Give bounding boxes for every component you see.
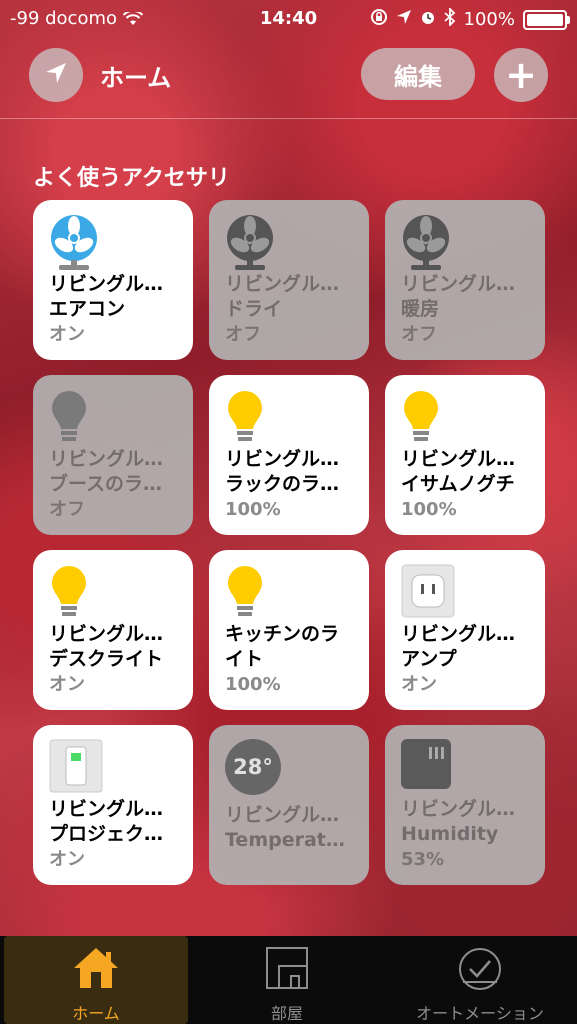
clock-icon (457, 946, 503, 996)
tile-name-line1: キッチンのラ (225, 623, 340, 645)
tile-name-line2: Humidity (401, 823, 499, 845)
tab-home[interactable]: ホーム (4, 936, 188, 1024)
tile-name-line2: エアコン (49, 298, 126, 320)
switch-icon (49, 739, 103, 793)
rooms-icon (265, 946, 309, 994)
page-title: ホーム (100, 64, 172, 92)
add-button[interactable]: + (494, 48, 548, 102)
tile-name-line2: ラックのラ… (225, 473, 340, 495)
tile-name-line2: イサムノグチ (401, 473, 515, 495)
tile-name-line2: デスクライト (49, 648, 164, 670)
tab-label: オートメーション (416, 1004, 544, 1023)
outlet-icon (401, 564, 455, 618)
tile-name-line2: 暖房 (401, 298, 440, 320)
tile-amp[interactable]: リビングル… アンプ オン (385, 550, 545, 710)
tile-projector[interactable]: リビングル… プロジェク… オン (33, 725, 193, 885)
tab-bar: ホーム 部屋 オートメーション (0, 936, 577, 1024)
tile-state: オン (49, 674, 85, 695)
tile-name-line2: Temperat… (225, 829, 345, 851)
tile-name-line1: リビングル… (401, 798, 516, 820)
tile-state: 100% (225, 499, 281, 520)
fan-icon (401, 214, 451, 270)
fan-icon (225, 214, 275, 270)
tile-state: オン (401, 674, 437, 695)
status-bar: -99 docomo 14:40 100% (0, 0, 577, 38)
bulb-icon (225, 389, 275, 441)
tile-kitchen-light[interactable]: キッチンのラ イト 100% (209, 550, 369, 710)
bulb-icon (49, 389, 99, 441)
humidity-icon (401, 739, 451, 789)
tile-state: オフ (225, 324, 261, 345)
thermometer-icon: 28° (225, 739, 281, 795)
tile-state: オン (49, 849, 85, 870)
tile-name-line2: イト (225, 648, 264, 670)
rotation-lock-icon (370, 8, 388, 31)
tile-booth-light[interactable]: リビングル… ブースのラ… オフ (33, 375, 193, 535)
tile-state: オフ (49, 499, 85, 520)
location-arrow-icon (43, 60, 69, 90)
tile-name-line1: リビングル… (49, 273, 164, 295)
bluetooth-icon (443, 6, 456, 31)
tile-name-line2: ブースのラ… (49, 473, 163, 495)
tile-heating[interactable]: リビングル… 暖房 オフ (385, 200, 545, 360)
temperature-badge: 28° (233, 755, 273, 779)
tile-name-line1: リビングル… (225, 804, 340, 826)
tile-name-line1: リビングル… (49, 623, 164, 645)
battery-percent: 100% (463, 9, 515, 30)
house-icon (72, 946, 120, 994)
tile-name-line1: リビングル… (401, 448, 516, 470)
section-title: よく使うアクセサリ (33, 166, 230, 191)
tile-state: オン (49, 324, 85, 345)
tile-rack-light[interactable]: リビングル… ラックのラ… 100% (209, 375, 369, 535)
tile-aircon[interactable]: リビングル… エアコン オン (33, 200, 193, 360)
tab-automation[interactable]: オートメーション (386, 936, 574, 1024)
tile-name-line1: リビングル… (401, 623, 516, 645)
tile-name-line2: プロジェク… (49, 823, 164, 845)
tile-dry[interactable]: リビングル… ドライ オフ (209, 200, 369, 360)
tab-label: ホーム (72, 1004, 120, 1023)
location-button[interactable] (29, 48, 83, 102)
tab-rooms[interactable]: 部屋 (194, 936, 380, 1024)
location-arrow-icon (396, 9, 412, 30)
tile-name-line1: リビングル… (225, 273, 340, 295)
tile-humidity[interactable]: リビングル… Humidity 53% (385, 725, 545, 885)
tile-name-line2: ドライ (225, 298, 283, 320)
tile-name-line1: リビングル… (225, 448, 340, 470)
tile-state: 100% (225, 674, 281, 695)
tile-name-line1: リビングル… (401, 273, 516, 295)
fan-icon (49, 214, 99, 270)
tile-name-line1: リビングル… (49, 448, 164, 470)
tile-noguchi-light[interactable]: リビングル… イサムノグチ 100% (385, 375, 545, 535)
tile-temperature[interactable]: 28° リビングル… Temperat… (209, 725, 369, 885)
edit-button[interactable]: 編集 (361, 48, 475, 100)
bulb-icon (49, 564, 99, 616)
tile-state: オフ (401, 324, 437, 345)
bulb-icon (401, 389, 451, 441)
alarm-icon (420, 9, 436, 30)
battery-icon (523, 9, 570, 30)
tile-state: 53% (401, 849, 445, 870)
tile-state: 100% (401, 499, 457, 520)
bulb-icon (225, 564, 275, 616)
status-icons: 100% (370, 6, 570, 31)
tile-name-line1: リビングル… (49, 798, 164, 820)
tab-label: 部屋 (270, 1004, 303, 1023)
header-divider (0, 118, 577, 119)
tile-desk-light[interactable]: リビングル… デスクライト オン (33, 550, 193, 710)
tile-name-line2: アンプ (401, 648, 457, 670)
